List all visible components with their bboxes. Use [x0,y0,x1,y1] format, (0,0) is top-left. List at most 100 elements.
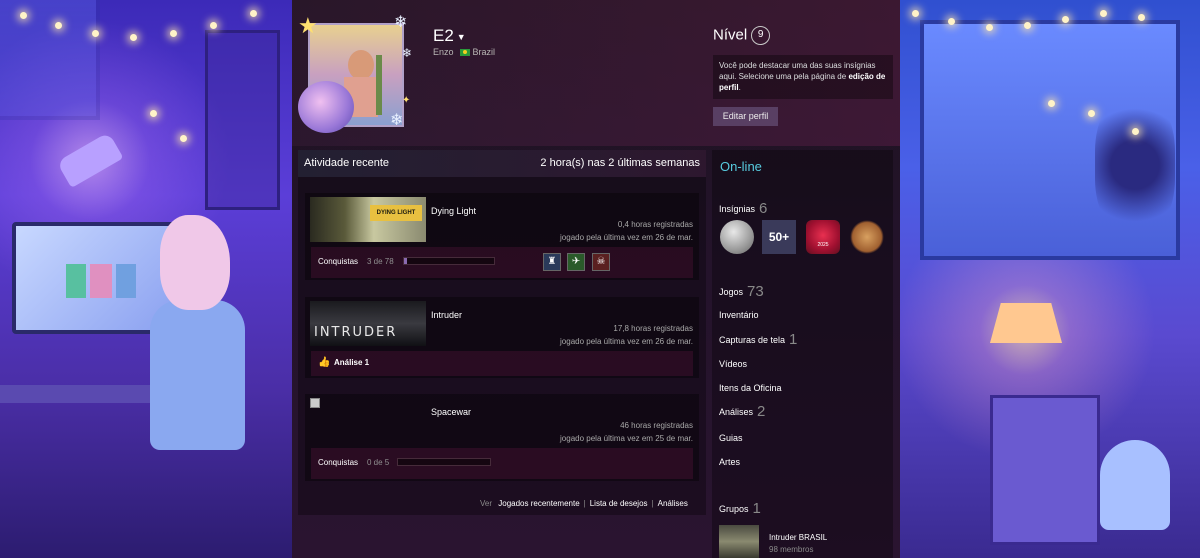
link-separator: | [583,499,586,508]
profile-background-right [900,0,1200,558]
achievement-icon-tower[interactable]: ♜ [543,253,561,271]
game-name-link[interactable]: Spacewar [431,407,471,417]
screenshots-label: Capturas de tela [719,335,786,345]
cat-decoration [1100,440,1170,530]
light-bulb-decoration [1138,14,1145,21]
nightstand-decoration [990,395,1100,545]
game-hours: 0,4 horas registradas [617,220,693,229]
desk-lamp-decoration [56,132,124,188]
light-bulb-decoration [1062,16,1069,23]
workshop-link[interactable]: Itens da Oficina [719,383,782,393]
featured-badge-hint: Você pode destacar uma das suas insígnia… [713,55,893,99]
country-name: Brazil [472,47,496,57]
star-icon: ✦ [402,95,411,106]
game-capsule-intruder[interactable]: INTRUDER [310,301,426,346]
real-name: Enzo [433,47,454,57]
profile-background-left [0,0,292,558]
light-bulb-decoration [948,18,955,25]
light-bulb-decoration [1048,100,1055,107]
edit-profile-button[interactable]: Editar perfil [713,107,778,126]
profile-level: Nível 9 [713,26,771,45]
achievements-progress-bar [403,257,495,265]
guides-link[interactable]: Guias [719,433,743,443]
game-achievements-footer: Conquistas 0 de 5 [311,448,693,479]
character-body-decoration [150,300,245,450]
game-hours: 17,8 horas registradas [613,324,693,333]
game-name-link[interactable]: Intruder [431,310,462,320]
light-bulb-decoration [130,34,137,41]
avatar-frame-character [298,81,354,133]
light-bulb-decoration [180,135,187,142]
reviews-link[interactable]: Análises [658,499,688,508]
inventory-link[interactable]: Inventário [719,310,759,320]
window-decoration [0,0,100,120]
level-badge[interactable]: 9 [751,26,771,45]
game-review-footer: 👍 Análise 1 [311,351,693,376]
persona-name-dropdown[interactable]: E2 ▼ [433,26,466,46]
group-avatar[interactable] [719,525,759,558]
game-capsule-logo: DYING LIGHT [370,205,422,221]
game-row-spacewar: Spacewar 46 horas registradas jogado pel… [305,394,699,481]
game-hours: 46 horas registradas [620,421,693,430]
groups-label: Grupos [719,504,749,514]
videos-link[interactable]: Vídeos [719,359,747,369]
review-link[interactable]: Análise 1 [334,358,369,367]
badge-coin[interactable] [720,220,754,254]
game-row-dying-light: DYING LIGHT Dying Light 0,4 horas regist… [305,193,699,280]
wishlist-link[interactable]: Lista de desejos [590,499,648,508]
badge-50-plus[interactable]: 50+ [762,220,796,254]
snowflake-icon: ❄ [402,46,413,60]
character-hair-decoration [160,215,230,310]
badge-steam-2025[interactable]: 2025 [806,220,840,254]
game-name-link[interactable]: Dying Light [431,206,476,216]
groups-count: 1 [752,500,761,517]
groups-link[interactable]: Grupos 1 [719,500,761,517]
light-bulb-decoration [170,30,177,37]
achievements-label[interactable]: Conquistas [318,257,358,266]
achievements-label[interactable]: Conquistas [318,458,358,467]
light-bulb-decoration [210,22,217,29]
real-name-location: Enzo Brazil [433,47,495,57]
group-name-link[interactable]: Intruder BRASIL [769,533,827,542]
game-capsule-dying-light[interactable]: DYING LIGHT [310,197,426,242]
recent-activity-title: Atividade recente [304,157,389,169]
light-bulb-decoration [150,110,157,117]
bookshelf-decoration [205,30,280,210]
games-label: Jogos [719,287,744,297]
view-label: Ver [480,499,493,508]
badges-label: Insígnias [719,204,756,214]
light-bulb-decoration [55,22,62,29]
snowflake-icon: ❄ [390,112,404,129]
game-last-played: jogado pela última vez em 26 de mar. [560,337,693,346]
reviews-label: Análises [719,407,754,417]
game-last-played: jogado pela última vez em 25 de mar. [560,434,693,443]
game-row-intruder: INTRUDER Intruder 17,8 horas registradas… [305,297,699,378]
avatar-with-frame[interactable]: ★ ❄ ❄ ❄ ✦ [298,15,416,133]
group-members-count: 98 membros [769,545,814,554]
caret-down-icon: ▼ [456,31,466,42]
reviews-sidebar-link[interactable]: Análises 2 [719,403,765,420]
thumbs-up-icon: 👍 [318,357,331,368]
snowflake-icon: ❄ [394,14,408,31]
badge-item[interactable] [850,220,884,254]
achievements-progress-bar [397,458,491,466]
recently-played-link[interactable]: Jogados recentemente [498,499,579,508]
achievement-icon-skull[interactable]: ☠ [592,253,610,271]
light-bulb-decoration [20,12,27,19]
games-count: 73 [747,283,764,300]
games-link[interactable]: Jogos 73 [719,283,764,300]
badge-year-label: 2025 [817,242,829,248]
badges-link[interactable]: Insígnias 6 [719,200,767,217]
screenshots-link[interactable]: Capturas de tela 1 [719,331,797,348]
game-capsule-logo: INTRUDER [314,325,398,340]
game-capsule-spacewar-broken[interactable] [310,398,322,410]
game-achievements-footer: Conquistas 3 de 78 ♜ ✈ ☠ [311,247,693,278]
brazil-flag-icon [459,49,470,57]
achievements-progress-fill [404,258,408,264]
game-last-played: jogado pela última vez em 26 de mar. [560,233,693,242]
light-bulb-decoration [986,24,993,31]
achievement-icon-runner[interactable]: ✈ [567,253,585,271]
artwork-link[interactable]: Artes [719,457,740,467]
activity-links: Ver Jogados recentemente | Lista de desejo… [480,499,688,508]
recent-activity-hours: 2 hora(s) nas 2 últimas semanas [540,157,700,169]
